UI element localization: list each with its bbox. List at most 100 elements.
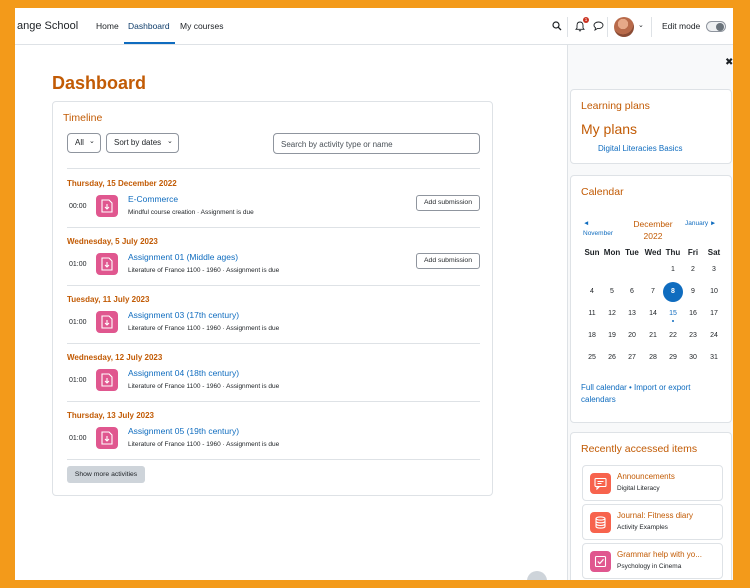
year: 2022 (643, 231, 663, 241)
calendar-day[interactable]: 6 (622, 282, 642, 302)
calendar-day[interactable]: 17 (704, 304, 724, 324)
right-block-drawer: ✖ Learning plans My plans Digital Litera… (567, 45, 733, 580)
notification-count-badge: 1 (583, 17, 589, 23)
timeline-activity-link[interactable]: Assignment 01 (Middle ages) (128, 252, 238, 262)
close-icon[interactable]: ✖ (725, 57, 733, 68)
database-icon (590, 512, 611, 533)
timeline-activity-link[interactable]: Assignment 03 (17th century) (128, 310, 239, 320)
calendar-day[interactable]: 26 (602, 348, 622, 368)
weekday-header: Sat (707, 248, 721, 257)
recent-item-name: Announcements (617, 472, 675, 481)
weekday-header: Wed (644, 248, 662, 257)
weekday-header: Sun (584, 248, 600, 257)
calendar-day[interactable]: 13 (622, 304, 642, 324)
recent-item[interactable]: Journal: Fitness diary Activity Examples (582, 504, 723, 540)
calendar-day[interactable]: 15 (663, 304, 683, 324)
timeline-activity-link[interactable]: E-Commerce (128, 194, 178, 204)
calendar-day[interactable]: 30 (683, 348, 703, 368)
scroll-button[interactable] (527, 571, 547, 580)
divider (67, 343, 480, 344)
page-title: Dashboard (52, 73, 147, 93)
timeline-search[interactable] (273, 133, 480, 154)
calendar-day[interactable]: 12 (602, 304, 622, 324)
nav-home[interactable]: Home (96, 21, 119, 31)
timeline-time: 00:00 (69, 203, 87, 210)
divider (67, 227, 480, 228)
calendar-day[interactable]: 22 (663, 326, 683, 346)
calendar-day[interactable]: 5 (602, 282, 622, 302)
sort-dropdown[interactable]: Sort by dates ⌄ (106, 133, 179, 153)
recent-item-course: Activity Examples (617, 524, 668, 531)
calendar-day[interactable]: 11 (582, 304, 602, 324)
add-submission-button[interactable]: Add submission (416, 253, 480, 269)
assignment-icon (96, 195, 118, 217)
calendar-day[interactable]: 25 (582, 348, 602, 368)
recent-item[interactable]: Announcements Digital Literacy (582, 465, 723, 501)
recent-items-block: Recently accessed items Announcements Di… (570, 432, 732, 580)
chevron-down-icon: ⌄ (167, 138, 173, 145)
timeline-date-heading: Thursday, 13 July 2023 (67, 411, 155, 420)
calendar-day[interactable]: 10 (704, 282, 724, 302)
bell-icon[interactable] (575, 21, 585, 35)
nav-my-courses[interactable]: My courses (180, 21, 223, 31)
nav-dashboard[interactable]: Dashboard (128, 21, 170, 31)
divider (67, 401, 480, 402)
navbar-divider (607, 17, 608, 37)
calendar-day[interactable]: 7 (643, 282, 663, 302)
show-more-activities-button[interactable]: Show more activities (67, 466, 145, 483)
calendar-day[interactable]: 24 (704, 326, 724, 346)
recent-item[interactable]: Grammar help with yo... Psychology in Ci… (582, 543, 723, 579)
calendar-day[interactable]: 18 (582, 326, 602, 346)
calendar-day[interactable]: 29 (663, 348, 683, 368)
assignment-icon (96, 369, 118, 391)
recent-item-name: Grammar help with yo... (617, 550, 702, 559)
calendar-day[interactable]: 3 (704, 260, 724, 280)
checkbox-icon (590, 551, 611, 572)
calendar-day[interactable]: 28 (643, 348, 663, 368)
user-avatar[interactable] (614, 17, 634, 37)
timeline-activity-link[interactable]: Assignment 04 (18th century) (128, 368, 239, 378)
calendar-footer-links[interactable]: Full calendar • Import or export calenda… (581, 382, 721, 406)
add-submission-button[interactable]: Add submission (416, 195, 480, 211)
edit-mode-label: Edit mode (662, 21, 701, 31)
learning-plans-title: Learning plans (581, 100, 650, 112)
previous-month-link[interactable]: November (583, 230, 613, 237)
calendar-day[interactable]: 31 (704, 348, 724, 368)
calendar-day[interactable]: 2 (683, 260, 703, 280)
calendar-block: Calendar ◄ November December 2022 Januar… (570, 175, 732, 423)
sort-label: Sort by dates (114, 138, 162, 147)
timeline-time: 01:00 (69, 377, 87, 384)
calendar-day[interactable]: 4 (582, 282, 602, 302)
divider (67, 459, 480, 460)
navbar-divider (651, 17, 652, 37)
calendar-day[interactable]: 23 (683, 326, 703, 346)
chevron-down-icon[interactable]: ⌄ (638, 21, 644, 29)
timeline-activity-details: Literature of France 1100 - 1960 · Assig… (128, 441, 280, 448)
calendar-day[interactable]: 27 (622, 348, 642, 368)
calendar-day[interactable]: 21 (643, 326, 663, 346)
calendar-day[interactable]: 1 (663, 260, 683, 280)
current-month: December 2022 (633, 218, 673, 242)
divider (67, 285, 480, 286)
site-name[interactable]: ange School (17, 20, 78, 32)
calendar-day[interactable]: 8 (663, 282, 683, 302)
message-icon[interactable] (593, 21, 604, 34)
search-icon[interactable] (552, 21, 562, 34)
edit-mode-toggle[interactable] (706, 21, 726, 32)
calendar-day[interactable]: 19 (602, 326, 622, 346)
weekday-header: Mon (603, 248, 621, 257)
calendar-day[interactable]: 16 (683, 304, 703, 324)
timeline-block: Timeline All ⌄ Sort by dates ⌄ Thursday,… (52, 101, 493, 496)
timeline-date-heading: Wednesday, 5 July 2023 (67, 237, 158, 246)
plan-link[interactable]: Digital Literacies Basics (598, 144, 682, 153)
next-month-link[interactable]: January ► (685, 220, 716, 227)
assignment-icon (96, 311, 118, 333)
timeline-search-input[interactable] (274, 135, 479, 154)
calendar-day[interactable]: 20 (622, 326, 642, 346)
calendar-day[interactable]: 9 (683, 282, 703, 302)
previous-month-arrow[interactable]: ◄ (583, 220, 589, 227)
recent-item-course: Digital Literacy (617, 485, 660, 492)
filter-dropdown[interactable]: All ⌄ (67, 133, 101, 153)
timeline-activity-link[interactable]: Assignment 05 (19th century) (128, 426, 239, 436)
calendar-day[interactable]: 14 (643, 304, 663, 324)
